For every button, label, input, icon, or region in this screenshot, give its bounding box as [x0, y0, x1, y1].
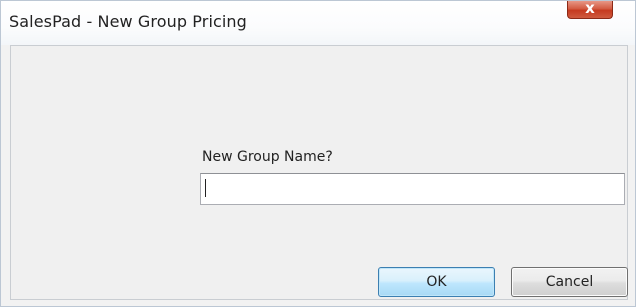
close-icon: x	[585, 0, 595, 17]
ok-button[interactable]: OK	[378, 267, 495, 297]
dialog-window: SalesPad - New Group Pricing x New Group…	[0, 0, 636, 307]
new-group-name-label: New Group Name?	[202, 149, 333, 165]
cancel-button[interactable]: Cancel	[511, 267, 628, 297]
text-caret	[205, 179, 206, 197]
new-group-name-input[interactable]	[200, 173, 625, 205]
title-bar[interactable]: SalesPad - New Group Pricing x	[1, 0, 635, 45]
close-button[interactable]: x	[567, 0, 613, 19]
window-title: SalesPad - New Group Pricing	[9, 12, 247, 31]
